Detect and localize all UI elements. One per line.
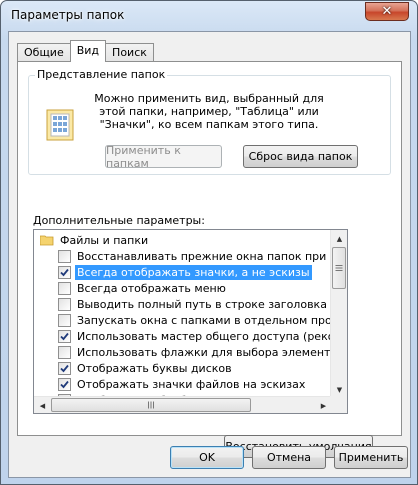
- window-title: Параметры папок: [11, 8, 125, 22]
- tree-folder-label: Файлы и папки: [60, 233, 149, 247]
- close-button[interactable]: ✕: [365, 2, 409, 21]
- close-icon: ✕: [381, 4, 393, 19]
- tree-option-label: Всегда отображать меню: [77, 281, 226, 295]
- tree-content: Файлы и папки Восстанавливать прежние ок…: [34, 230, 332, 400]
- tree-option-label: Отображать буквы дисков: [77, 361, 232, 375]
- checkmark-icon: [60, 268, 69, 276]
- reset-folders-button[interactable]: Сброс вида папок: [243, 145, 358, 168]
- scrollbar-corner: [330, 396, 347, 413]
- tree-option-row[interactable]: Отображать значки файлов на эскизах: [34, 376, 307, 392]
- checkbox-checked[interactable]: [58, 361, 71, 375]
- tree-option-row[interactable]: Отображать буквы дисков: [34, 360, 234, 376]
- folder-views-legend: Представление папок: [35, 68, 168, 81]
- tab-search[interactable]: Поиск: [105, 43, 154, 62]
- tab-strip: Общие Вид Поиск: [17, 40, 154, 62]
- advanced-settings-label: Дополнительные параметры:: [33, 214, 205, 227]
- folder-views-group: Представление папок Можно применить вид,…: [28, 68, 391, 175]
- tree-option-label: Всегда отображать значки, а не эскизы: [75, 264, 312, 280]
- folder-views-description: Можно применить вид, выбранный для этой …: [94, 92, 324, 131]
- checkbox[interactable]: [58, 297, 71, 311]
- checkbox-checked[interactable]: [58, 329, 71, 343]
- checkmark-icon: [60, 332, 69, 340]
- ok-button[interactable]: OK: [170, 446, 244, 469]
- tree-option-row[interactable]: Выводить полный путь в строке заголовка …: [34, 296, 332, 312]
- apply-to-folders-button[interactable]: Применить к папкам: [105, 144, 222, 170]
- tree-option-label: Использовать мастер общего доступа (реко…: [77, 329, 332, 343]
- cancel-button[interactable]: Отмена: [252, 446, 326, 469]
- tree-option-label: Выводить полный путь в строке заголовка …: [77, 297, 332, 311]
- tree-option-row[interactable]: Использовать флажки для выбора элементов: [34, 344, 332, 360]
- horizontal-scroll-thumb[interactable]: [51, 398, 251, 412]
- folder-options-window: Параметры папок ✕ Общие Вид Поиск Предст…: [0, 0, 418, 485]
- scroll-left-arrow-icon[interactable]: ◀: [34, 397, 51, 413]
- scroll-up-arrow-icon[interactable]: ▲: [331, 230, 347, 247]
- checkbox-checked[interactable]: [58, 377, 71, 391]
- grip-icon: [148, 401, 154, 409]
- checkbox[interactable]: [58, 345, 71, 359]
- checkbox-checked[interactable]: [58, 265, 71, 279]
- horizontal-scrollbar[interactable]: ◀ ▶: [34, 396, 332, 413]
- tree-option-label: Использовать флажки для выбора элементов: [77, 345, 332, 359]
- vertical-scroll-thumb[interactable]: [332, 247, 346, 289]
- tree-option-row[interactable]: Использовать мастер общего доступа (реко…: [34, 328, 332, 344]
- advanced-settings-tree[interactable]: Файлы и папки Восстанавливать прежние ок…: [33, 229, 348, 414]
- tree-option-row[interactable]: Восстанавливать прежние окна папок при в…: [34, 248, 332, 264]
- vertical-scrollbar[interactable]: ▲ ▼: [330, 230, 347, 398]
- checkbox[interactable]: [58, 281, 71, 295]
- checkmark-icon: [60, 380, 69, 388]
- tree-option-row[interactable]: Запускать окна с папками в отдельном про…: [34, 312, 332, 328]
- title-bar[interactable]: Параметры папок ✕: [1, 1, 417, 31]
- tab-general[interactable]: Общие: [17, 43, 71, 62]
- tree-option-row[interactable]: Всегда отображать значки, а не эскизы: [34, 264, 312, 280]
- folder-icon: [40, 235, 54, 246]
- tree-option-label: Запускать окна с папками в отдельном про…: [77, 313, 332, 327]
- view-tab-panel: Представление папок Можно применить вид,…: [17, 61, 402, 458]
- checkmark-icon: [60, 364, 69, 372]
- checkbox[interactable]: [58, 313, 71, 327]
- tree-option-label: Восстанавливать прежние окна папок при в…: [77, 249, 332, 263]
- tree-folder-row[interactable]: Файлы и папки: [34, 232, 150, 248]
- folder-view-icon: [46, 109, 74, 141]
- tab-view[interactable]: Вид: [69, 40, 107, 62]
- dialog-client-area: Общие Вид Поиск Представление папок Можн…: [8, 31, 411, 478]
- checkbox[interactable]: [58, 249, 71, 263]
- tree-option-label: Отображать значки файлов на эскизах: [77, 377, 306, 391]
- grip-icon: [335, 265, 343, 271]
- apply-button[interactable]: Применить: [334, 446, 408, 469]
- tree-option-row[interactable]: Всегда отображать меню: [34, 280, 228, 296]
